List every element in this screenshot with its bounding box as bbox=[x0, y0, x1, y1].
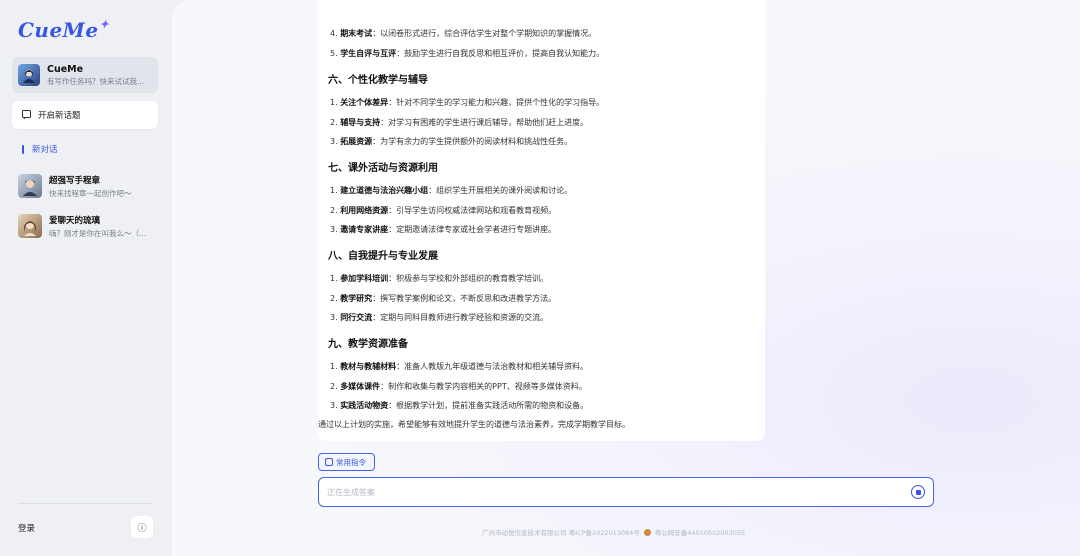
list-item: 5. 学生自评与互评：鼓励学生进行自我反思和相互评价，提高自我认知能力。 bbox=[330, 49, 605, 58]
bot-avatar bbox=[18, 64, 40, 86]
sidebar-divider bbox=[18, 503, 152, 504]
section-heading: 九、教学资源准备 bbox=[328, 339, 408, 350]
conversation-title: 超强写手程章 bbox=[49, 175, 101, 186]
stop-generation-button[interactable] bbox=[911, 485, 925, 499]
list-item: 2. 辅导与支持：对学习有困难的学生进行课后辅导，帮助他们赶上进度。 bbox=[330, 118, 589, 127]
info-button[interactable]: ⓘ bbox=[131, 516, 153, 538]
brand-name: CueMe bbox=[18, 18, 99, 42]
conversation-preview: 嗨？刚才是你在叫我么～（... bbox=[49, 228, 147, 238]
section-heading: 七、课外活动与资源利用 bbox=[328, 163, 438, 174]
list-item: 1. 关注个体差异：针对不同学生的学习能力和兴趣，提供个性化的学习指导。 bbox=[330, 98, 605, 107]
list-item: 3. 同行交流：定期与同科目教师进行教学经验和资源的交流。 bbox=[330, 313, 549, 322]
police-record-link[interactable]: 粤公网安备44010502003055 bbox=[655, 527, 745, 537]
answer-card: 4. 期末考试：以闭卷形式进行，综合评估学生对整个学期知识的掌握情况。 5. 学… bbox=[318, 0, 765, 441]
conversation-item[interactable]: 超强写手程章 快来找程章一起创作吧～ bbox=[18, 173, 158, 199]
new-chat-icon bbox=[22, 110, 31, 120]
list-item: 1. 建立道德与法治兴趣小组：组织学生开展相关的课外阅读和讨论。 bbox=[330, 186, 573, 195]
new-topic-button[interactable]: 开启新话题 bbox=[12, 101, 158, 129]
command-icon bbox=[325, 458, 333, 466]
bot-description: 有写作任务吗？快来试试我... bbox=[47, 76, 145, 86]
common-commands-button[interactable]: 常用指令 bbox=[318, 453, 375, 471]
list-item: 2. 多媒体课件：制作和收集与教学内容相关的PPT、视频等多媒体资料。 bbox=[330, 382, 587, 391]
summary-text: 通过以上计划的实施，希望能够有效地提升学生的道德与法治素养，完成学期教学目标。 bbox=[318, 420, 630, 429]
bot-card[interactable]: CueMe 有写作任务吗？快来试试我... bbox=[12, 57, 158, 93]
footer: 广州市动悦信息技术有限公司 粤ICP备2022013084号 粤公网安备4401… bbox=[482, 527, 745, 537]
brand-logo[interactable]: CueMe✦ bbox=[18, 18, 109, 42]
bot-name: CueMe bbox=[47, 63, 84, 75]
list-item: 3. 拓展资源：为学有余力的学生提供额外的阅读材料和挑战性任务。 bbox=[330, 137, 573, 146]
list-item: 3. 邀请专家讲座：定期邀请法律专家或社会学者进行专题讲座。 bbox=[330, 225, 557, 234]
list-item: 2. 教学研究：撰写教学案例和论文，不断反思和改进教学方法。 bbox=[330, 294, 557, 303]
active-indicator bbox=[22, 144, 24, 154]
new-conversation-label: 新对话 bbox=[32, 145, 58, 155]
new-topic-label: 开启新话题 bbox=[38, 111, 81, 121]
list-item: 1. 教材与教辅材料：准备人教版九年级道德与法治教材和相关辅导资料。 bbox=[330, 362, 589, 371]
message-input[interactable] bbox=[327, 487, 911, 497]
conversation-avatar bbox=[18, 214, 42, 238]
icp-link[interactable]: 广州市动悦信息技术有限公司 粤ICP备2022013084号 bbox=[482, 527, 640, 537]
info-icon: ⓘ bbox=[137, 523, 147, 534]
message-composer bbox=[318, 477, 934, 507]
section-heading: 八、自我提升与专业发展 bbox=[328, 251, 438, 262]
sparkle-icon: ✦ bbox=[99, 18, 110, 31]
conversation-title: 爱聊天的琉璃 bbox=[49, 215, 101, 226]
list-item: 3. 实践活动物资：根据教学计划，提前准备实践活动所需的物资和设备。 bbox=[330, 401, 589, 410]
stop-icon bbox=[915, 489, 921, 495]
conversation-preview: 快来找程章一起创作吧～ bbox=[49, 188, 132, 198]
login-link[interactable]: 登录 bbox=[18, 522, 35, 534]
list-item: 1. 参加学科培训：积极参与学校和外部组织的教育教学培训。 bbox=[330, 274, 549, 283]
main-panel: 4. 期末考试：以闭卷形式进行，综合评估学生对整个学期知识的掌握情况。 5. 学… bbox=[172, 0, 1080, 556]
section-heading: 六、个性化教学与辅导 bbox=[328, 75, 428, 86]
police-badge-icon bbox=[643, 528, 651, 536]
list-item: 4. 期末考试：以闭卷形式进行，综合评估学生对整个学期知识的掌握情况。 bbox=[330, 29, 597, 38]
common-commands-label: 常用指令 bbox=[336, 457, 366, 467]
list-item: 2. 利用网络资源：引导学生访问权威法律网站和观看教育视频。 bbox=[330, 206, 557, 215]
sidebar: CueMe✦ CueMe 有写作任务吗？快来试试我... 开启新话题 新对话 超… bbox=[0, 0, 170, 556]
sidebar-item-new-conversation[interactable]: 新对话 bbox=[22, 143, 58, 155]
conversation-avatar bbox=[18, 174, 42, 198]
conversation-item[interactable]: 爱聊天的琉璃 嗨？刚才是你在叫我么～（... bbox=[18, 213, 158, 239]
